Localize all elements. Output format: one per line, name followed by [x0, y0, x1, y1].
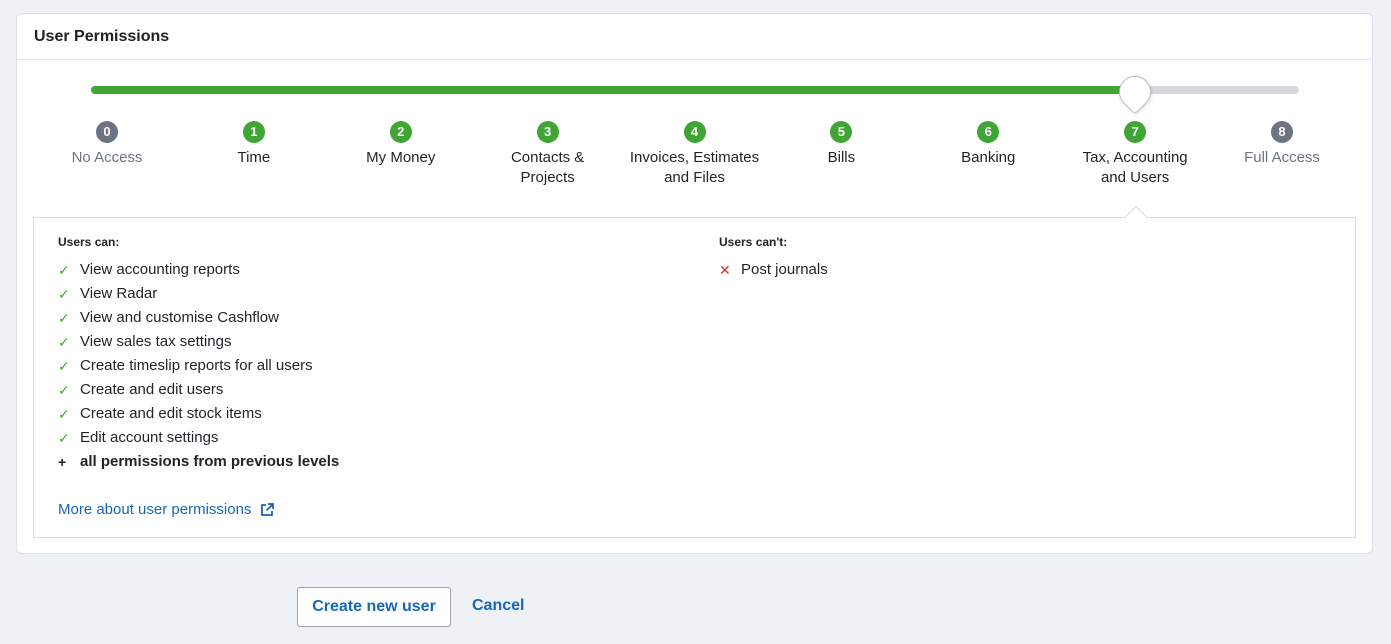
- permission-slider-handle[interactable]: [1112, 69, 1158, 115]
- permission-item: ✕ Post journals: [719, 258, 828, 282]
- level-number-badge: 7: [1124, 121, 1147, 143]
- permission-item: ✓ Create and edit users: [58, 378, 339, 402]
- level-label: Banking: [913, 148, 1063, 168]
- level-label: Bills: [766, 148, 916, 168]
- users-cant-title: Users can't:: [719, 235, 788, 249]
- permission-item: ✓ Edit account settings: [58, 426, 339, 450]
- level-label: My Money: [326, 148, 476, 168]
- check-icon: ✓: [58, 262, 70, 278]
- level-6[interactable]: 6 Banking: [913, 121, 1063, 168]
- permission-details: Users can: ✓ View accounting reports ✓ View…: [33, 205, 1356, 538]
- check-icon: ✓: [58, 286, 70, 302]
- check-icon: ✓: [58, 430, 70, 446]
- permission-text: Create timeslip reports for all users: [80, 357, 313, 374]
- check-icon: ✓: [58, 310, 70, 326]
- permission-item: ✓ Create and edit stock items: [58, 402, 339, 426]
- level-5[interactable]: 5 Bills: [766, 121, 916, 168]
- level-number-badge: 5: [830, 121, 853, 143]
- permission-item: ✓ View and customise Cashflow: [58, 306, 339, 330]
- level-number-badge: 2: [389, 121, 412, 143]
- details-caret: [1124, 205, 1148, 229]
- level-label-line: and Users: [1100, 169, 1170, 186]
- users-cant-list: ✕ Post journals: [719, 258, 828, 282]
- level-label-line: Full Access: [1244, 149, 1320, 166]
- permission-item: ✓ View Radar: [58, 282, 339, 306]
- level-label: Invoices, Estimates and Files: [620, 148, 770, 188]
- level-label-line: Contacts &: [510, 149, 585, 166]
- level-label-line: Invoices, Estimates: [629, 149, 760, 166]
- level-label-line: Tax, Accounting: [1082, 149, 1188, 166]
- panel-header: User Permissions: [17, 14, 1372, 60]
- level-label: Tax, Accounting and Users: [1060, 148, 1210, 188]
- level-label-line: Time: [237, 149, 271, 166]
- level-number-badge: 4: [683, 121, 706, 143]
- level-label: No Access: [32, 148, 182, 168]
- level-7[interactable]: 7 Tax, Accounting and Users: [1060, 121, 1210, 188]
- cross-icon: ✕: [719, 262, 731, 278]
- level-label-line: Bills: [827, 149, 856, 166]
- permission-text: View Radar: [80, 285, 158, 302]
- level-4[interactable]: 4 Invoices, Estimates and Files: [620, 121, 770, 188]
- permission-text: View accounting reports: [80, 261, 240, 278]
- more-about-permissions-text: More about user permissions: [58, 501, 252, 518]
- permission-text: View and customise Cashflow: [80, 309, 279, 326]
- level-label-line: No Access: [71, 149, 143, 166]
- previous-levels-note: + all permissions from previous levels: [58, 450, 339, 474]
- level-label-line: Projects: [520, 169, 575, 186]
- level-number-badge: 0: [96, 121, 118, 143]
- permission-item: ✓ View sales tax settings: [58, 330, 339, 354]
- level-label: Time: [179, 148, 329, 168]
- permission-text: Edit account settings: [80, 429, 219, 446]
- level-number-badge: 3: [536, 121, 559, 143]
- previous-levels-text: all permissions from previous levels: [80, 453, 340, 470]
- panel-title: User Permissions: [34, 28, 170, 45]
- permission-item: ✓ Create timeslip reports for all users: [58, 354, 339, 378]
- level-number-badge: 8: [1271, 121, 1293, 143]
- permission-slider-fill: [91, 86, 1136, 94]
- level-0[interactable]: 0 No Access: [32, 121, 182, 168]
- level-2[interactable]: 2 My Money: [326, 121, 476, 168]
- level-number-badge: 6: [977, 121, 1000, 143]
- check-icon: ✓: [58, 358, 70, 374]
- users-can-title: Users can:: [58, 235, 120, 249]
- level-number-badge: 1: [242, 121, 265, 143]
- create-new-user-button[interactable]: Create new user: [297, 587, 451, 627]
- level-3[interactable]: 3 Contacts & Projects: [473, 121, 623, 188]
- level-label: Contacts & Projects: [473, 148, 623, 188]
- level-label-line: Banking: [961, 149, 1016, 166]
- level-label: Full Access: [1207, 148, 1357, 168]
- permission-text: Create and edit users: [80, 381, 224, 398]
- cancel-button[interactable]: Cancel: [472, 597, 524, 615]
- external-link-icon: [261, 502, 275, 516]
- level-label-line: My Money: [366, 149, 436, 166]
- level-1[interactable]: 1 Time: [179, 121, 329, 168]
- user-permissions-panel: User Permissions 0 No Access 1 Time 2 My Mone…: [16, 13, 1373, 554]
- check-icon: ✓: [58, 334, 70, 350]
- permission-text: Create and edit stock items: [80, 405, 262, 422]
- plus-icon: +: [58, 454, 67, 470]
- users-cant-column: Users can't: ✕ Post journals: [719, 235, 828, 282]
- permission-text: View sales tax settings: [80, 333, 232, 350]
- level-label-line: and Files: [664, 169, 725, 186]
- permission-text: Post journals: [741, 261, 828, 278]
- permission-item: ✓ View accounting reports: [58, 258, 339, 282]
- users-can-column: Users can: ✓ View accounting reports ✓ View…: [58, 235, 339, 474]
- users-can-list: ✓ View accounting reports ✓ View Radar ✓ View…: [58, 258, 339, 450]
- check-icon: ✓: [58, 406, 70, 422]
- more-about-permissions-link[interactable]: More about user permissions: [58, 501, 275, 518]
- level-8[interactable]: 8 Full Access: [1207, 121, 1357, 168]
- check-icon: ✓: [58, 382, 70, 398]
